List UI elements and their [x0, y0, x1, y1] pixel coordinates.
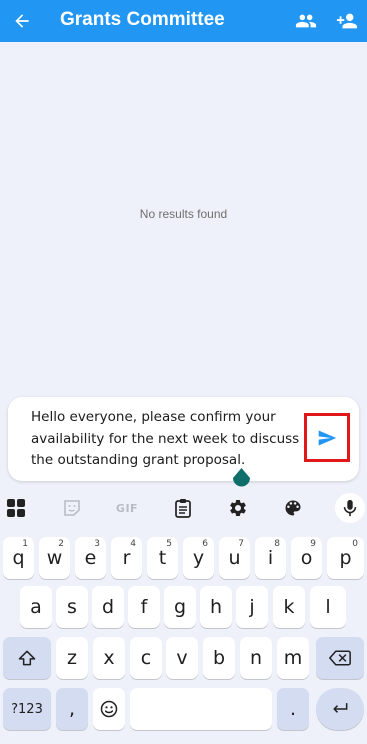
- clipboard-icon[interactable]: [170, 496, 196, 520]
- enter-icon: [333, 703, 348, 713]
- key-r[interactable]: r4: [111, 537, 142, 579]
- apps-grid-icon[interactable]: [3, 496, 29, 520]
- key-m[interactable]: m: [277, 637, 309, 679]
- backspace-key[interactable]: [316, 637, 364, 679]
- key-d[interactable]: d: [92, 586, 124, 628]
- message-list: No results found: [0, 42, 367, 392]
- group-icon[interactable]: [293, 8, 319, 34]
- backspace-icon: [329, 650, 351, 666]
- key-w[interactable]: w2: [39, 537, 70, 579]
- keyboard-toolbar: GIF: [0, 488, 367, 528]
- key-k[interactable]: k: [273, 586, 305, 628]
- key-g[interactable]: g: [164, 586, 196, 628]
- settings-gear-icon[interactable]: [225, 496, 251, 520]
- message-composer: Hello everyone, please confirm your avai…: [8, 397, 359, 481]
- text-cursor-handle[interactable]: [232, 468, 251, 490]
- sticker-icon[interactable]: [59, 496, 85, 520]
- key-v[interactable]: v: [166, 637, 198, 679]
- shift-icon: [18, 650, 36, 666]
- send-button[interactable]: [304, 413, 350, 462]
- key-a[interactable]: a: [20, 586, 52, 628]
- key-s[interactable]: s: [56, 586, 88, 628]
- key-l[interactable]: l: [310, 586, 346, 628]
- key-c[interactable]: c: [130, 637, 162, 679]
- key-q[interactable]: q1: [3, 537, 34, 579]
- emoji-smile-icon: [100, 700, 118, 718]
- period-key[interactable]: .: [277, 688, 309, 730]
- gif-button[interactable]: GIF: [114, 496, 140, 520]
- comma-key[interactable]: ,: [56, 688, 88, 730]
- space-key[interactable]: [130, 688, 272, 730]
- enter-key[interactable]: [316, 688, 364, 730]
- key-j[interactable]: j: [236, 586, 268, 628]
- page-title: Grants Committee: [60, 9, 225, 30]
- key-f[interactable]: f: [128, 586, 160, 628]
- key-p[interactable]: p0: [327, 537, 364, 579]
- key-o[interactable]: o9: [291, 537, 322, 579]
- key-b[interactable]: b: [203, 637, 235, 679]
- person-add-icon[interactable]: [334, 8, 360, 34]
- key-x[interactable]: x: [93, 637, 125, 679]
- app-bar: Grants Committee: [0, 0, 367, 42]
- key-n[interactable]: n: [240, 637, 272, 679]
- palette-icon[interactable]: [280, 496, 306, 520]
- arrow-left-icon[interactable]: [10, 7, 34, 35]
- emoji-key[interactable]: [93, 688, 125, 730]
- key-y[interactable]: y6: [183, 537, 214, 579]
- shift-key[interactable]: [3, 637, 51, 679]
- key-z[interactable]: z: [56, 637, 88, 679]
- key-t[interactable]: t5: [147, 537, 178, 579]
- empty-state-text: No results found: [139, 207, 228, 221]
- key-u[interactable]: u7: [219, 537, 250, 579]
- message-input[interactable]: Hello everyone, please confirm your avai…: [31, 407, 303, 472]
- symbols-key[interactable]: ?123: [3, 688, 51, 730]
- microphone-icon[interactable]: [335, 493, 365, 523]
- key-i[interactable]: i8: [255, 537, 286, 579]
- keyboard: GIF q1 w2 e3 r4 t5 y6 u7 i8 o9 p0 a s d …: [0, 488, 367, 744]
- key-h[interactable]: h: [200, 586, 232, 628]
- key-e[interactable]: e3: [75, 537, 106, 579]
- send-icon: [318, 430, 337, 445]
